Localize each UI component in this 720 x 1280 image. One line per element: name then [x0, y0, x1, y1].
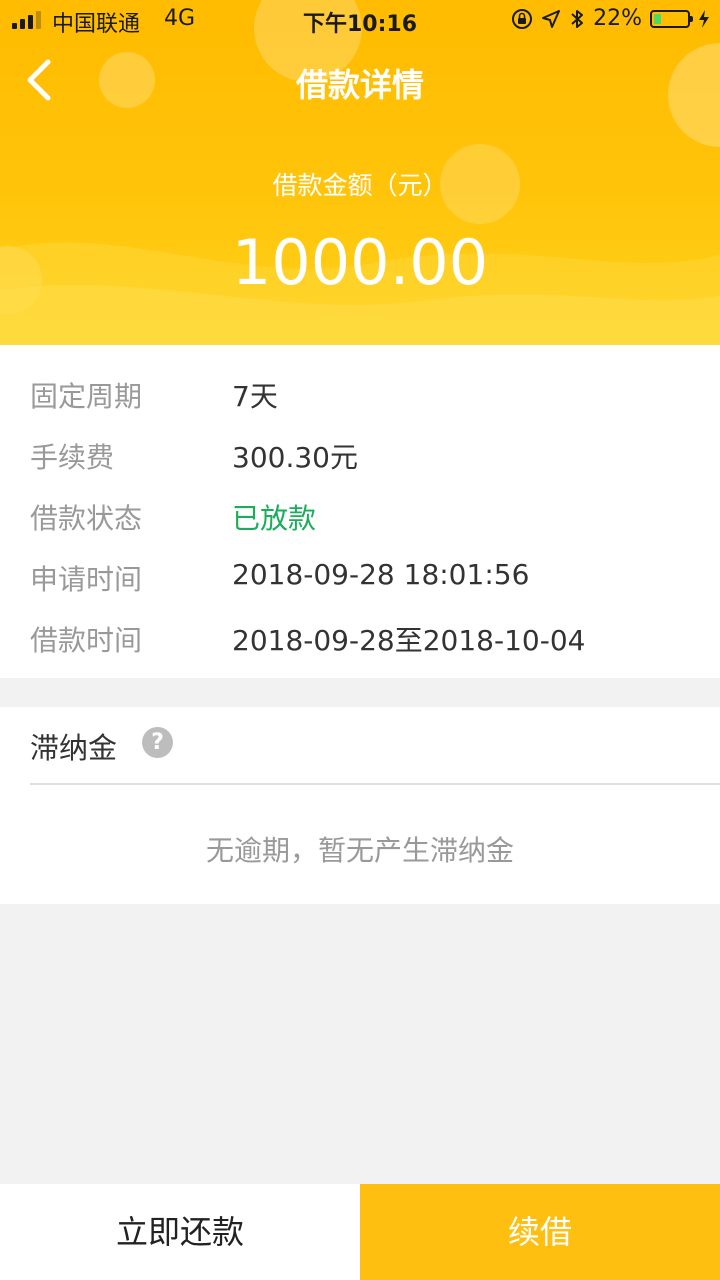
loan-amount-label: 借款金额（元） — [272, 171, 448, 200]
battery-icon — [650, 9, 693, 28]
status-badge: 已放款 — [232, 502, 317, 535]
loan-amount-value: 1000.00 — [231, 226, 489, 299]
detail-row-status: 借款状态 已放款 — [0, 483, 720, 545]
renew-loan-button[interactable]: 续借 — [360, 1184, 720, 1280]
detail-row-period: 固定周期 7天 — [0, 361, 720, 423]
location-icon — [542, 9, 561, 28]
detail-row-fee: 手续费 300.30元 — [0, 422, 720, 484]
detail-label: 固定周期 — [30, 380, 143, 413]
detail-row-loan-period: 借款时间 2018-09-28至2018-10-04 — [0, 605, 720, 667]
bluetooth-icon — [571, 9, 584, 28]
page-title: 借款详情 — [295, 66, 424, 104]
detail-label: 借款状态 — [30, 502, 143, 535]
repay-now-button[interactable]: 立即还款 — [0, 1184, 360, 1280]
detail-value: 7天 — [232, 380, 278, 413]
detail-row-apply-time: 申请时间 2018-09-28 18:01:56 — [0, 544, 720, 606]
detail-value: 300.30元 — [232, 441, 358, 474]
loan-summary-header: 中国联通 4G 下午10:16 22% 借款详情 借款金额（元） 1000.00 — [0, 0, 720, 345]
detail-label: 借款时间 — [30, 624, 143, 657]
divider — [30, 783, 720, 785]
status-bar: 中国联通 4G 下午10:16 22% — [0, 0, 720, 40]
detail-value: 2018-09-28至2018-10-04 — [232, 624, 586, 657]
bottom-action-bar: 立即还款 续借 — [0, 1184, 720, 1280]
status-icons: 22% — [511, 6, 710, 31]
loan-details-list: 固定周期 7天 手续费 300.30元 借款状态 已放款 申请时间 2018-0… — [0, 345, 720, 678]
late-fee-title: 滞纳金 — [30, 731, 118, 765]
charging-icon — [699, 9, 709, 28]
battery-percent: 22% — [593, 6, 642, 31]
detail-label: 申请时间 — [30, 563, 143, 596]
detail-label: 手续费 — [30, 441, 115, 474]
late-fee-note: 无逾期，暂无产生滞纳金 — [205, 834, 514, 867]
orientation-lock-icon — [512, 8, 533, 29]
battery-level — [654, 13, 661, 24]
late-fee-section: 滞纳金 ? 无逾期，暂无产生滞纳金 — [0, 707, 720, 904]
detail-value: 2018-09-28 18:01:56 — [232, 558, 530, 591]
help-icon[interactable]: ? — [142, 727, 173, 758]
navigation-bar: 借款详情 — [0, 40, 720, 120]
